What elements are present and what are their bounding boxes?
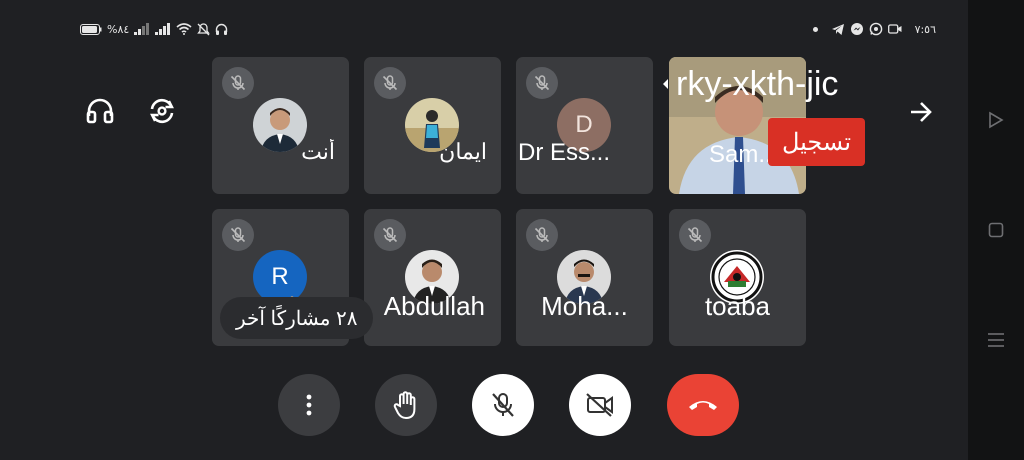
status-bar-right: ٧:٥٦ xyxy=(812,16,936,42)
switch-camera-button[interactable] xyxy=(145,94,179,128)
headset-status-icon xyxy=(216,23,228,35)
mic-off-icon xyxy=(222,67,254,99)
participant-name: Dr Ess... xyxy=(518,139,611,166)
audio-output-button[interactable] xyxy=(83,94,117,128)
avatar-initial: R xyxy=(271,263,289,290)
mic-off-icon xyxy=(526,219,558,251)
participant-name: أنت xyxy=(301,139,335,164)
participant-tile[interactable]: D Dr Ess... xyxy=(516,57,653,194)
switch-camera-icon xyxy=(150,98,174,124)
system-navigation-bar xyxy=(968,0,1024,460)
camera-off-icon xyxy=(586,393,613,417)
battery-percent: %٨٤ xyxy=(107,22,130,36)
avatar-initial: D xyxy=(575,111,593,138)
mute-notifications-icon xyxy=(197,22,211,35)
participant-tile[interactable]: ايمان xyxy=(364,57,501,194)
menu-lines-icon xyxy=(988,333,1004,347)
telegram-icon xyxy=(831,23,844,35)
participant-tile[interactable]: Moha... xyxy=(516,209,653,346)
wifi-icon xyxy=(176,23,192,35)
recording-badge: تسجيل xyxy=(768,118,865,166)
participant-tile[interactable]: أنت xyxy=(212,57,349,194)
battery-icon xyxy=(80,23,102,35)
mic-off-icon xyxy=(526,67,558,99)
notification-dot xyxy=(812,26,818,32)
next-page-button[interactable] xyxy=(904,95,938,129)
more-options-button[interactable] xyxy=(278,374,340,436)
home-square-icon xyxy=(988,222,1004,238)
participant-tile[interactable]: Abdullah xyxy=(364,209,501,346)
signal-icon xyxy=(134,23,150,35)
mic-toggle-button[interactable] xyxy=(472,374,534,436)
participant-name: Moha... xyxy=(541,291,628,321)
whatsapp-icon xyxy=(869,22,882,36)
mic-off-icon xyxy=(222,219,254,251)
signal-icon xyxy=(155,23,171,35)
video-status-icon xyxy=(887,24,902,34)
chevron-left-icon xyxy=(663,79,668,89)
other-participants-pill[interactable]: ٢٨ مشاركًا آخر xyxy=(220,297,374,339)
hand-icon xyxy=(393,391,416,420)
meeting-code-button[interactable]: rky-xkth-jic xyxy=(660,62,838,106)
headphones-icon xyxy=(86,98,114,124)
nav-recents-button[interactable] xyxy=(982,326,1010,354)
status-time: ٧:٥٦ xyxy=(914,22,936,36)
nav-back-button[interactable] xyxy=(982,106,1010,134)
more-vert-icon xyxy=(306,394,312,416)
mic-off-icon xyxy=(374,219,406,251)
mic-off-icon xyxy=(492,393,514,417)
arrow-right-icon xyxy=(911,102,932,122)
meet-screen: %٨٤ ٧:٥٦ أنت ايمان D Dr Ess... Sam... R … xyxy=(0,0,968,460)
mic-off-icon xyxy=(679,219,711,251)
hang-up-icon xyxy=(689,401,717,410)
participant-name: Abdullah xyxy=(383,291,485,321)
mic-off-icon xyxy=(374,67,406,99)
status-bar-left: %٨٤ xyxy=(80,16,228,42)
camera-toggle-button[interactable] xyxy=(569,374,631,436)
participant-tile[interactable]: toaba xyxy=(669,209,806,346)
back-triangle-icon xyxy=(989,111,1004,129)
messenger-icon xyxy=(850,23,863,35)
participant-name: ايمان xyxy=(439,139,487,164)
end-call-button[interactable] xyxy=(667,374,739,436)
meeting-code: rky-xkth-jic xyxy=(676,64,839,103)
raise-hand-button[interactable] xyxy=(375,374,437,436)
participant-name: toaba xyxy=(704,291,771,321)
nav-home-button[interactable] xyxy=(982,216,1010,244)
